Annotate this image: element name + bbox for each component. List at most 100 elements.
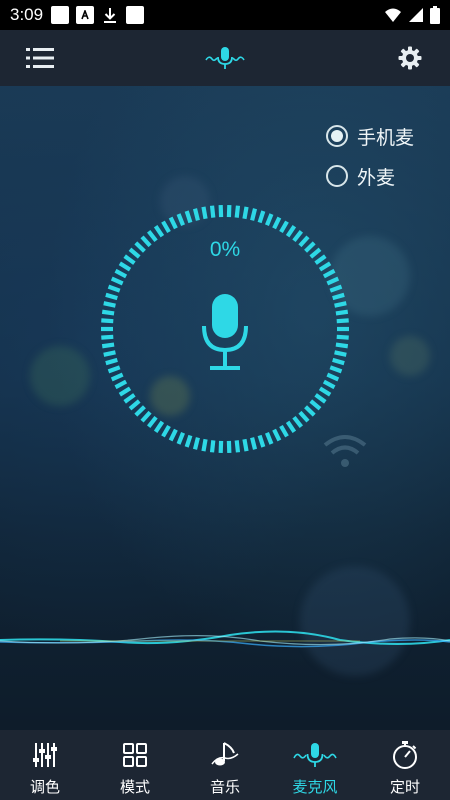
level-ring-segment (103, 350, 116, 357)
radio-button[interactable] (325, 165, 348, 187)
level-ring-segment (161, 424, 171, 438)
notification-square-icon (126, 6, 145, 24)
level-ring-segment (292, 415, 303, 429)
level-ring-segment (176, 213, 185, 226)
grid-icon (122, 740, 148, 770)
level-ring-segment (250, 437, 258, 450)
menu-list-icon[interactable] (24, 42, 56, 74)
mic-source-group: 手机麦 外麦 (325, 116, 414, 196)
level-ring-segment (105, 292, 118, 301)
notification-square-icon (51, 6, 70, 24)
level-ring-segment (234, 205, 241, 218)
nav-item-microphone[interactable]: 麦克风 (270, 730, 360, 800)
microphone-panel: 手机麦 外麦 0% (0, 86, 450, 730)
level-ring-segment (192, 208, 200, 221)
stopwatch-icon (391, 740, 419, 770)
level-ring-segment (101, 318, 114, 324)
level-ring-segment (335, 342, 349, 349)
level-ring-segment (322, 379, 336, 390)
level-ring-segment (118, 261, 132, 272)
nav-label: 模式 (119, 778, 150, 796)
level-ring-segment (318, 261, 332, 272)
level-ring-segment (326, 276, 340, 286)
nav-item-color[interactable]: 调色 (0, 730, 90, 800)
level-ring-segment (336, 334, 349, 340)
microphone-wave-icon (293, 740, 337, 770)
level-ring-segment (332, 292, 345, 301)
level-ring-segment (153, 225, 165, 238)
notification-a-icon (76, 6, 95, 24)
level-ring-segment (184, 210, 193, 224)
nav-item-timer[interactable]: 定时 (360, 730, 450, 800)
level-ring-segment (107, 365, 121, 374)
level-ring-segment (335, 309, 349, 316)
nav-item-mode[interactable]: 模式 (90, 730, 180, 800)
level-ring-segment (101, 334, 114, 340)
level-ring-segment (332, 357, 345, 366)
level-ring-segment (285, 420, 297, 433)
level-ring-segment (101, 309, 115, 316)
level-ring-segment (140, 410, 152, 423)
level-ring-segment (314, 393, 327, 404)
level-ring-segment (326, 372, 340, 382)
battery-icon (430, 6, 440, 24)
level-ring-segment (334, 350, 347, 357)
level-ring-segment (279, 220, 289, 234)
level-ring-segment (298, 410, 310, 423)
level-ring-segment (105, 357, 118, 366)
level-ring-segment (272, 428, 282, 442)
wifi-icon (384, 7, 402, 23)
level-ring-segment (285, 225, 297, 238)
level-ring-segment (257, 434, 266, 448)
radio-label: 外麦 (356, 166, 395, 189)
level-ring-segment (309, 399, 322, 411)
level-ring-segment (134, 405, 146, 417)
level-ring-segment (192, 437, 200, 450)
signal-icon (408, 7, 424, 23)
microphone-icon (202, 294, 248, 370)
audio-waveform (0, 630, 450, 648)
sliders-icon (31, 740, 59, 770)
level-ring-segment (329, 284, 343, 293)
level-ring-segment (123, 393, 136, 404)
level-ring-segment (265, 432, 274, 445)
level-ring-segment (242, 206, 249, 220)
level-ring-segment (272, 216, 282, 230)
level-ring-segment (250, 208, 258, 221)
level-ring-segment (234, 440, 241, 453)
level-ring-segment (209, 440, 216, 453)
microphone-button[interactable] (200, 288, 250, 378)
level-ring-segment (334, 301, 347, 308)
level-ring-segment (209, 205, 216, 218)
level-ring-segment (110, 372, 124, 382)
level-ring-segment (201, 206, 208, 220)
microphone-wave-icon (205, 42, 245, 74)
nav-item-music[interactable]: 音乐 (180, 730, 270, 800)
level-ring-segment (101, 342, 115, 349)
gear-icon[interactable] (394, 42, 426, 74)
mic-source-option-phone[interactable]: 手机麦 (325, 116, 414, 156)
level-ring-segment (184, 434, 193, 448)
status-bar: 3:09 (0, 0, 450, 30)
level-ring-segment (103, 301, 116, 308)
level-ring-segment (329, 365, 343, 374)
level-ring-segment (318, 386, 332, 397)
music-note-icon (210, 740, 240, 770)
top-app-bar (0, 30, 450, 86)
bottom-navigation: 调色 模式 音乐 麦克风 定时 (0, 730, 450, 800)
status-time: 3:09 (10, 5, 44, 24)
level-ring-segment (176, 432, 185, 445)
level-ring-segment (242, 438, 249, 452)
level-ring-segment (114, 268, 128, 279)
level-ring-segment (304, 405, 316, 417)
nav-label: 调色 (29, 778, 60, 796)
level-ring-segment (147, 415, 158, 429)
radio-button[interactable] (325, 125, 348, 147)
level-percent: 0% (209, 238, 241, 261)
level-ring-segment (201, 438, 208, 452)
level-ring-segment (114, 379, 128, 390)
level-ring-segment (168, 428, 178, 442)
mic-source-option-external[interactable]: 外麦 (325, 156, 414, 196)
level-ring-segment (161, 220, 171, 234)
level-ring-segment (110, 276, 124, 286)
